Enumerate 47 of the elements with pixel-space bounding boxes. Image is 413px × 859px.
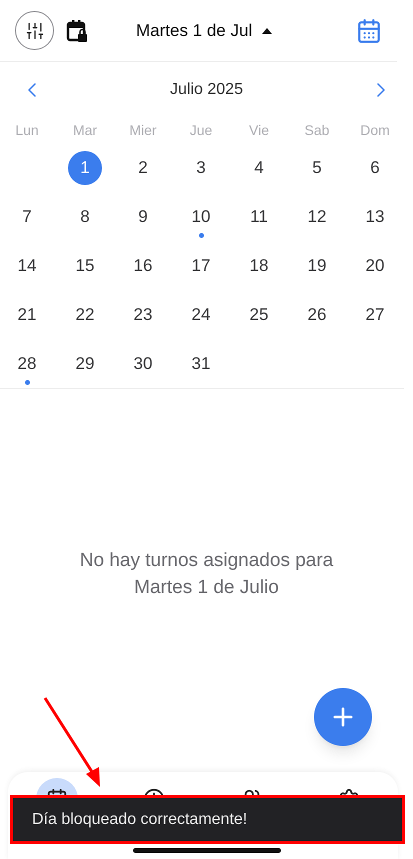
calendar-day[interactable]: 23 (126, 298, 160, 332)
month-title: Julio 2025 (170, 80, 243, 100)
calendar-day[interactable]: 6 (358, 150, 392, 184)
calendar-day[interactable]: 7 (10, 200, 44, 234)
calendar-day[interactable]: 26 (300, 298, 334, 332)
calendar-day[interactable]: 9 (126, 200, 160, 234)
calendar-day[interactable]: 21 (10, 298, 44, 332)
weekday-label: Mar (72, 120, 98, 140)
calendar-day[interactable]: 10 (184, 200, 218, 234)
calendar-day[interactable]: 18 (242, 248, 276, 282)
weekday-label: Sab (304, 120, 330, 140)
calendar-lock-icon[interactable] (66, 18, 88, 42)
weekday-label: Dom (359, 120, 391, 140)
calendar-day[interactable]: 31 (184, 346, 218, 380)
calendar-day[interactable]: 16 (126, 248, 160, 282)
caret-icon (262, 28, 272, 34)
calendar-day[interactable]: 5 (300, 150, 334, 184)
calendar-day[interactable]: 25 (242, 298, 276, 332)
calendar-day[interactable]: 13 (358, 200, 392, 234)
filter-button[interactable] (15, 11, 54, 50)
sliders-icon (24, 20, 44, 40)
calendar-day[interactable]: 8 (68, 200, 102, 234)
calendar-day[interactable]: 17 (184, 248, 218, 282)
toast-message: Día bloqueado correctamente! (32, 810, 248, 830)
calendar-day[interactable]: 30 (126, 346, 160, 380)
calendar-day[interactable]: 27 (358, 298, 392, 332)
date-selector[interactable]: Martes 1 de Jul (136, 18, 272, 44)
calendar-day[interactable]: 24 (184, 298, 218, 332)
calendar-day[interactable]: 14 (10, 248, 44, 282)
calendar-day[interactable]: 29 (68, 346, 102, 380)
calendar-day[interactable]: 11 (242, 200, 276, 234)
weekday-label: Lun (14, 120, 40, 140)
calendar-day[interactable]: 20 (358, 248, 392, 282)
calendar-icon[interactable] (356, 18, 382, 44)
calendar-day[interactable]: 22 (68, 298, 102, 332)
calendar-day[interactable]: 1 (68, 150, 102, 184)
calendar-day[interactable]: 2 (126, 150, 160, 184)
calendar-day[interactable]: 15 (68, 248, 102, 282)
calendar-day[interactable]: 19 (300, 248, 334, 282)
weekday-label: Jue (188, 120, 214, 140)
calendar-day[interactable]: 28 (10, 346, 44, 380)
weekday-label: Vie (248, 120, 270, 140)
calendar-day[interactable]: 4 (242, 150, 276, 184)
empty-message: No hay turnos asignados para Martes 1 de Julio (78, 549, 334, 600)
weekday-label: Mier (128, 120, 158, 140)
calendar-day[interactable]: 3 (184, 150, 218, 184)
calendar-day[interactable]: 12 (300, 200, 334, 234)
